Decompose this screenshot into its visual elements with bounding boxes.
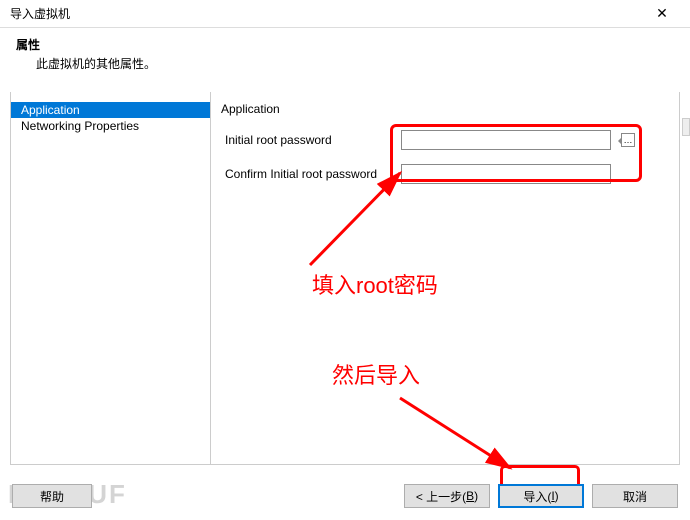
section-title: Application <box>221 102 669 116</box>
wizard-header: 属性 此虚拟机的其他属性。 <box>0 28 690 78</box>
cancel-button[interactable]: 取消 <box>592 484 678 508</box>
sidebar-item-label: Networking Properties <box>21 119 139 133</box>
content: Application Networking Properties Applic… <box>10 92 680 465</box>
import-button[interactable]: 导入(I) <box>498 484 584 508</box>
form-row-initial-password: Initial root password … <box>221 130 669 150</box>
sidebar-item-label: Application <box>21 103 80 117</box>
input-confirm-password[interactable] <box>401 164 611 184</box>
sidebar-item-application[interactable]: Application <box>11 102 210 118</box>
hint-icon[interactable]: … <box>621 133 635 147</box>
close-icon: ✕ <box>656 5 668 22</box>
label-confirm-password: Confirm Initial root password <box>221 167 401 181</box>
help-button[interactable]: 帮助 <box>12 484 92 508</box>
form-row-confirm-password: Confirm Initial root password <box>221 164 669 184</box>
button-row: 帮助 < 上一步(B) 导入(I) 取消 <box>12 484 678 508</box>
titlebar: 导入虚拟机 ✕ <box>0 0 690 28</box>
window-title: 导入虚拟机 <box>10 5 70 22</box>
sidebar: Application Networking Properties <box>11 92 211 464</box>
edge-fragment <box>682 118 690 136</box>
back-button[interactable]: < 上一步(B) <box>404 484 490 508</box>
close-button[interactable]: ✕ <box>642 0 682 28</box>
label-initial-password: Initial root password <box>221 133 401 147</box>
main-panel: Application Initial root password … Conf… <box>211 92 679 464</box>
input-initial-password[interactable] <box>401 130 611 150</box>
sidebar-item-networking[interactable]: Networking Properties <box>11 118 210 134</box>
header-desc: 此虚拟机的其他属性。 <box>16 55 674 72</box>
header-label: 属性 <box>16 36 674 53</box>
